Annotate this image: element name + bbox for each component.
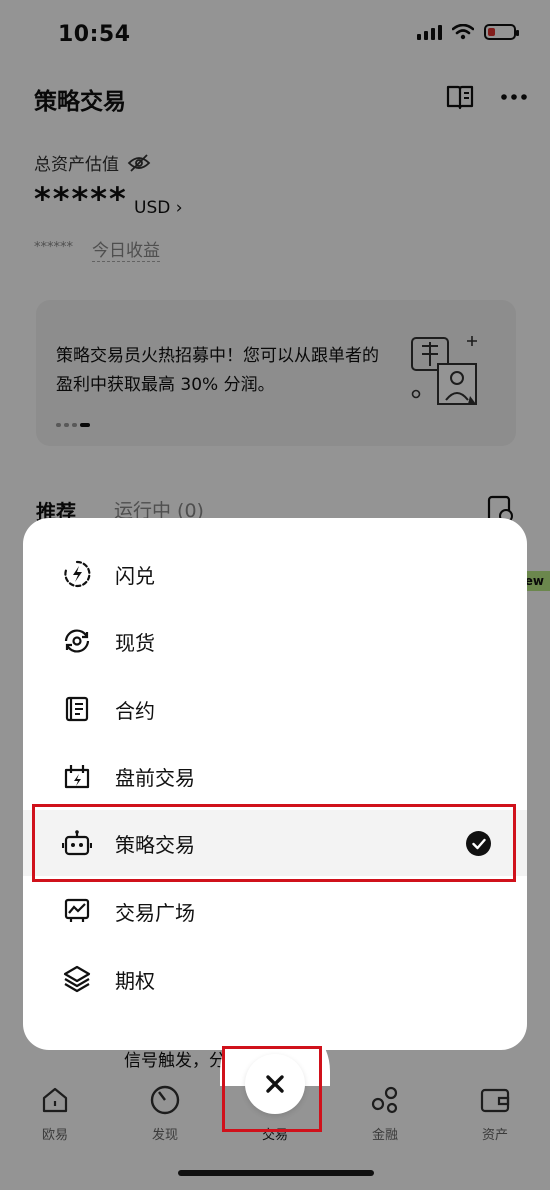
menu-label: 盘前交易: [115, 765, 195, 790]
close-highlight-box: [222, 1046, 322, 1132]
menu-item-pre-market[interactable]: 盘前交易: [23, 743, 527, 809]
contract-icon: [65, 696, 89, 722]
selection-highlight-box: [32, 804, 516, 882]
menu-item-flash-swap[interactable]: 闪兑: [23, 541, 527, 607]
menu-label: 期权: [115, 968, 155, 993]
menu-label: 合约: [115, 698, 155, 723]
chart-icon: [64, 898, 90, 922]
pre-market-icon: [64, 765, 90, 789]
menu-label: 闪兑: [115, 563, 155, 588]
layers-icon: [63, 965, 91, 993]
menu-label: 现货: [115, 630, 155, 655]
spot-icon: [64, 629, 90, 653]
menu-item-trading-plaza[interactable]: 交易广场: [23, 878, 527, 944]
menu-item-options[interactable]: 期权: [23, 946, 527, 1012]
menu-label: 交易广场: [115, 900, 195, 925]
menu-item-contract[interactable]: 合约: [23, 676, 527, 742]
flash-swap-icon: [64, 560, 91, 588]
menu-item-spot[interactable]: 现货: [23, 608, 527, 674]
home-indicator: [178, 1170, 374, 1176]
